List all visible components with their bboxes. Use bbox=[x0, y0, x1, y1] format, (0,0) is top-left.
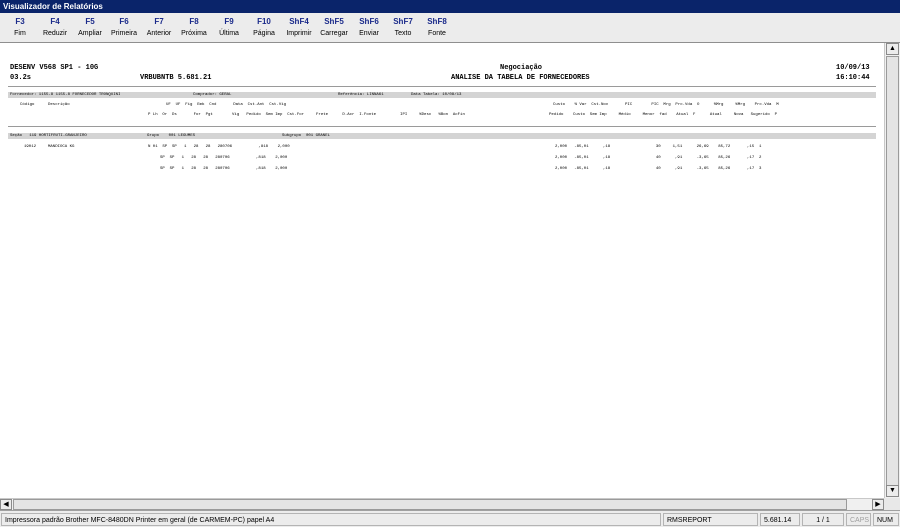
vertical-scroll-thumb[interactable] bbox=[886, 56, 899, 497]
fkey-label: Fim bbox=[14, 30, 26, 37]
status-printer: Impressora padrão Brother MFC-8480DN Pri… bbox=[1, 513, 661, 526]
fkey-code: F9 bbox=[224, 17, 234, 26]
fkey-label: Texto bbox=[394, 30, 412, 37]
status-module: RMSREPORT bbox=[663, 513, 758, 526]
report-time: 16:10:44 bbox=[836, 74, 870, 82]
fkey-label: Última bbox=[219, 30, 239, 37]
filter-fornecedor: Fornecedor: 1155-8 1155-8 FORNECEDOR TRO… bbox=[10, 93, 121, 97]
report-version: 03.2s bbox=[10, 74, 32, 82]
window-title: Visualizador de Relatórios bbox=[0, 0, 900, 13]
horizontal-scrollbar[interactable]: ◀ ▶ bbox=[0, 498, 884, 510]
table-row: 2,000 -85,01 ,18 40 ,91 -3,65 85,26 ,17 … bbox=[555, 156, 762, 160]
col-header-row2-right: Pedido Custo Sem Imp Médio Menor fad Atu… bbox=[549, 113, 778, 117]
col-header-row1-mid: UF UF Fig Emb Cnd Data Cst.Ant Cst.Vig bbox=[166, 103, 287, 107]
fkey-label: Enviar bbox=[359, 30, 379, 37]
scroll-left-icon[interactable]: ◀ bbox=[0, 499, 12, 510]
fkey-code: ShF5 bbox=[324, 17, 344, 26]
fonte-button[interactable]: ShF8 Fonte bbox=[421, 16, 453, 42]
status-num: NUM bbox=[873, 513, 899, 526]
imprimir-button[interactable]: ShF4 Imprimir bbox=[282, 16, 316, 42]
carregar-button[interactable]: ShF5 Carregar bbox=[317, 16, 351, 42]
grupo-label: Grupo 001 LEGUMES bbox=[147, 134, 196, 138]
col-header-row2-mid: P Lh Or Ds For Pgt Vig Pedido Sem Imp Cs… bbox=[148, 113, 465, 117]
fkey-label: Reduzir bbox=[42, 30, 68, 37]
anterior-button[interactable]: F7 Anterior bbox=[143, 16, 175, 42]
table-row: 2,000 -85,01 ,18 40 ,91 -3,65 85,26 ,17 … bbox=[555, 167, 762, 171]
enviar-button[interactable]: ShF6 Enviar bbox=[353, 16, 385, 42]
scrollbar-corner bbox=[884, 498, 900, 510]
fkey-label: Página bbox=[253, 30, 275, 37]
fkey-label: Carregar bbox=[320, 30, 348, 37]
report-viewport[interactable]: DESENV V568 SP1 - 10G 03.2s VRBUBNTB 5.6… bbox=[0, 43, 884, 498]
header-rule bbox=[8, 86, 876, 87]
ampliar-button[interactable]: F5 Ampliar bbox=[74, 16, 106, 42]
fkey-code: ShF8 bbox=[427, 17, 447, 26]
fkey-label: Fonte bbox=[428, 30, 446, 37]
status-caps: CAPS bbox=[846, 513, 871, 526]
report-subtitle: ANALISE DA TABELA DE FORNECEDORES bbox=[451, 74, 590, 82]
col-codigo-header: Código bbox=[20, 103, 35, 107]
row-descricao: MANDIOCA KG bbox=[48, 145, 75, 149]
fkey-label: Primeira bbox=[110, 30, 138, 37]
pagina-button[interactable]: F10 Página bbox=[248, 16, 280, 42]
fkey-code: ShF7 bbox=[393, 17, 413, 26]
ultima-button[interactable]: F9 Última bbox=[213, 16, 245, 42]
scroll-right-icon[interactable]: ▶ bbox=[872, 499, 884, 510]
fkey-code: F3 bbox=[15, 17, 25, 26]
table-row: 2,000 -85,01 ,18 30 1,51 26,69 85,72 ,15… bbox=[555, 145, 762, 149]
scroll-up-icon[interactable]: ▲ bbox=[886, 43, 899, 55]
fkey-code: F5 bbox=[85, 17, 95, 26]
columns-rule bbox=[8, 126, 876, 127]
filter-data-tabela: Data Tabela: 10/08/13 bbox=[411, 93, 462, 97]
status-bar: Impressora padrão Brother MFC-8480DN Pri… bbox=[0, 510, 900, 527]
filter-referencia: Referência: LINNA61 bbox=[338, 93, 384, 97]
vertical-scrollbar[interactable]: ▲ ▼ bbox=[884, 43, 900, 498]
subgrupo-label: Subgrupo 001 GRANEL bbox=[282, 134, 331, 138]
report-date: 10/09/13 bbox=[836, 64, 870, 72]
primeira-button[interactable]: F6 Primeira bbox=[108, 16, 140, 42]
texto-button[interactable]: ShF7 Texto bbox=[387, 16, 419, 42]
row-codigo: 19012 bbox=[24, 145, 37, 149]
report-program: VRBUBNTB 5.681.21 bbox=[140, 74, 212, 82]
table-row: N 01 SP SP 1 28 28 280706 ,818 2,000 bbox=[148, 145, 290, 149]
report-system: DESENV V568 SP1 - 10G bbox=[10, 64, 99, 72]
fkey-code: F8 bbox=[189, 17, 199, 26]
secao-band bbox=[8, 133, 876, 139]
col-header-row1-right: Custo % Var Cst.Nov PIC PIC Mrg Prc.Vda … bbox=[553, 103, 779, 107]
reduzir-button[interactable]: F4 Reduzir bbox=[38, 16, 72, 42]
fkey-code: ShF6 bbox=[359, 17, 379, 26]
fkey-code: F7 bbox=[154, 17, 164, 26]
fkey-label: Próxima bbox=[181, 30, 207, 37]
proxima-button[interactable]: F8 Próxima bbox=[178, 16, 210, 42]
fkey-label: Ampliar bbox=[78, 30, 102, 37]
table-row: SP SP 1 28 28 280706 ,818 2,000 bbox=[148, 156, 288, 160]
fkey-code: F10 bbox=[257, 17, 271, 26]
status-version: 5.681.14 bbox=[760, 513, 800, 526]
fkey-code: F6 bbox=[119, 17, 129, 26]
filter-comprador: Comprador: GERAL bbox=[193, 93, 232, 97]
col-descricao-header: Descrição bbox=[48, 103, 70, 107]
secao-label: Seção 119 HORTIFRUTI-GRANJEIRO bbox=[10, 134, 87, 138]
fim-button[interactable]: F3 Fim bbox=[4, 16, 36, 42]
table-row: SP SP 1 28 28 280706 ,818 2,000 bbox=[148, 167, 288, 171]
scroll-down-icon[interactable]: ▼ bbox=[886, 485, 899, 497]
function-key-toolbar: F3 Fim F4 Reduzir F5 Ampliar F6 Primeira… bbox=[0, 13, 900, 43]
fkey-code: F4 bbox=[50, 17, 60, 26]
horizontal-scroll-thumb[interactable] bbox=[13, 499, 847, 510]
report-title: Negociação bbox=[500, 64, 543, 72]
fkey-code: ShF4 bbox=[289, 17, 309, 26]
fkey-label: Imprimir bbox=[286, 30, 312, 37]
status-page: 1 / 1 bbox=[802, 513, 844, 526]
fkey-label: Anterior bbox=[146, 30, 172, 37]
